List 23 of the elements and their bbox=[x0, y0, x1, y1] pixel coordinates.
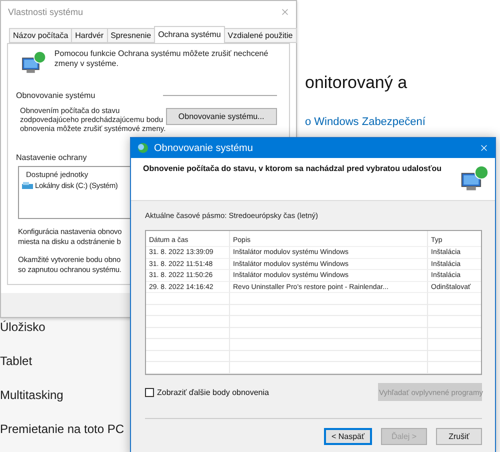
settings-text: onitorovaný a bbox=[305, 73, 408, 93]
wizard-button[interactable]: < Naspäť bbox=[324, 428, 372, 445]
close-icon[interactable] bbox=[280, 7, 290, 17]
wizard-button[interactable]: Zrušiť bbox=[436, 428, 482, 445]
drive-icon bbox=[22, 182, 33, 190]
group-heading: Obnovovanie systému bbox=[16, 91, 96, 100]
show-more-checkbox[interactable]: Zobraziť ďalšie body obnovenia bbox=[145, 388, 269, 396]
system-restore-button[interactable]: Obnovovanie systému... bbox=[166, 108, 277, 125]
intro-text: Pomocou funkcie Ochrana systému môžete zrušiť nechcené zmeny v systéme. bbox=[54, 49, 270, 69]
security-link[interactable]: o Windows Zabezpečení bbox=[305, 116, 500, 128]
tab[interactable]: Vzdialené použitie bbox=[224, 28, 297, 43]
window-title: Vlastnosti systému bbox=[8, 7, 84, 17]
sidebar-item[interactable]: Tablet bbox=[0, 354, 130, 369]
tab[interactable]: Spresnenie bbox=[106, 28, 156, 43]
group-heading: Nastavenie ochrany bbox=[16, 153, 87, 162]
tab[interactable]: Názov počítača bbox=[9, 28, 72, 43]
sidebar-item[interactable]: Multitasking bbox=[0, 388, 130, 403]
tab[interactable]: Hardvér bbox=[71, 28, 108, 43]
sidebar-item[interactable]: Úložisko bbox=[0, 320, 130, 335]
close-icon[interactable] bbox=[479, 143, 489, 153]
restore-icon bbox=[137, 142, 149, 154]
dialog-title: Obnovovanie systému bbox=[154, 142, 254, 154]
sidebar-item[interactable]: Premietanie na toto PC bbox=[0, 422, 130, 437]
